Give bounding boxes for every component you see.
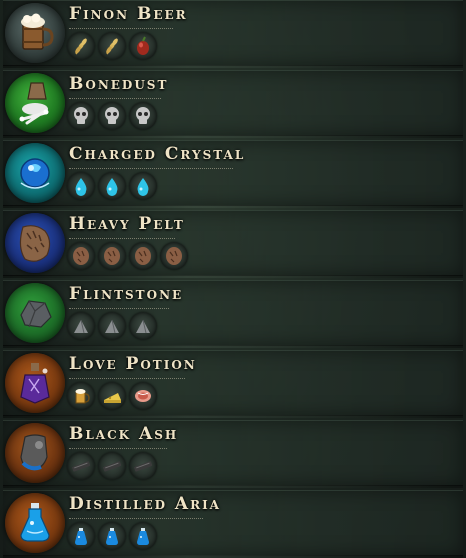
blue-flask-icon [5,493,65,553]
blue-vial-icon[interactable] [129,522,157,550]
beer-mug-icon [5,3,65,63]
stone-pile-icon[interactable] [129,312,157,340]
ingredient-list [67,452,157,480]
skull-icon[interactable] [98,102,126,130]
ingredient-list [67,382,157,410]
cheese-icon[interactable] [98,382,126,410]
water-drop-icon[interactable] [98,172,126,200]
recipe-row-heavy-pelt[interactable]: Heavy Pelt [3,210,463,278]
recipe-title: Heavy Pelt [69,214,185,234]
meat-icon[interactable] [129,382,157,410]
blue-vial-icon[interactable] [67,522,95,550]
title-divider [69,516,203,519]
charcoal-log-icon[interactable] [67,452,95,480]
purple-potion-icon [5,353,65,413]
red-berry-icon[interactable] [129,32,157,60]
recipe-title: Charged Crystal [69,144,246,164]
mortar-pestle-bones-icon [5,73,65,133]
title-divider [69,306,169,309]
recipe-title: Distilled Aria [69,494,221,514]
hide-icon[interactable] [67,242,95,270]
recipe-row-distilled-aria[interactable]: Distilled Aria [3,490,463,558]
hide-icon[interactable] [129,242,157,270]
charcoal-log-icon[interactable] [129,452,157,480]
stone-pile-icon[interactable] [98,312,126,340]
recipe-row-black-ash[interactable]: Black Ash [3,420,463,488]
title-divider [69,26,173,29]
charcoal-log-icon[interactable] [98,452,126,480]
title-divider [69,446,167,449]
recipe-row-finon-beer[interactable]: Finon Beer [3,0,463,68]
ingredient-list [67,312,157,340]
recipe-title: Flintstone [69,284,184,304]
fur-pelt-icon [5,213,65,273]
stone-pile-icon[interactable] [67,312,95,340]
hide-icon[interactable] [98,242,126,270]
ash-sack-icon [5,423,65,483]
blue-crystal-orb-icon [5,143,65,203]
recipe-title: Black Ash [69,424,179,444]
recipe-title: Bonedust [69,74,169,94]
title-divider [69,236,175,239]
title-divider [69,96,161,99]
recipe-title: Finon Beer [69,4,188,24]
hide-icon[interactable] [160,242,188,270]
wheat-icon[interactable] [98,32,126,60]
recipe-list: Finon Beer Bonedust Charged Crystal Heav… [0,0,466,558]
title-divider [69,166,233,169]
ingredient-list [67,172,157,200]
recipe-row-bonedust[interactable]: Bonedust [3,70,463,138]
flint-rock-icon [5,283,65,343]
wheat-icon[interactable] [67,32,95,60]
blue-vial-icon[interactable] [98,522,126,550]
water-drop-icon[interactable] [67,172,95,200]
ingredient-list [67,522,157,550]
beer-mug-icon[interactable] [67,382,95,410]
ingredient-list [67,32,157,60]
skull-icon[interactable] [129,102,157,130]
ingredient-list [67,242,188,270]
recipe-row-charged-crystal[interactable]: Charged Crystal [3,140,463,208]
ingredient-list [67,102,157,130]
title-divider [69,376,185,379]
recipe-row-flintstone[interactable]: Flintstone [3,280,463,348]
skull-icon[interactable] [67,102,95,130]
recipe-row-love-potion[interactable]: Love Potion [3,350,463,418]
water-drop-icon[interactable] [129,172,157,200]
recipe-title: Love Potion [69,354,197,374]
